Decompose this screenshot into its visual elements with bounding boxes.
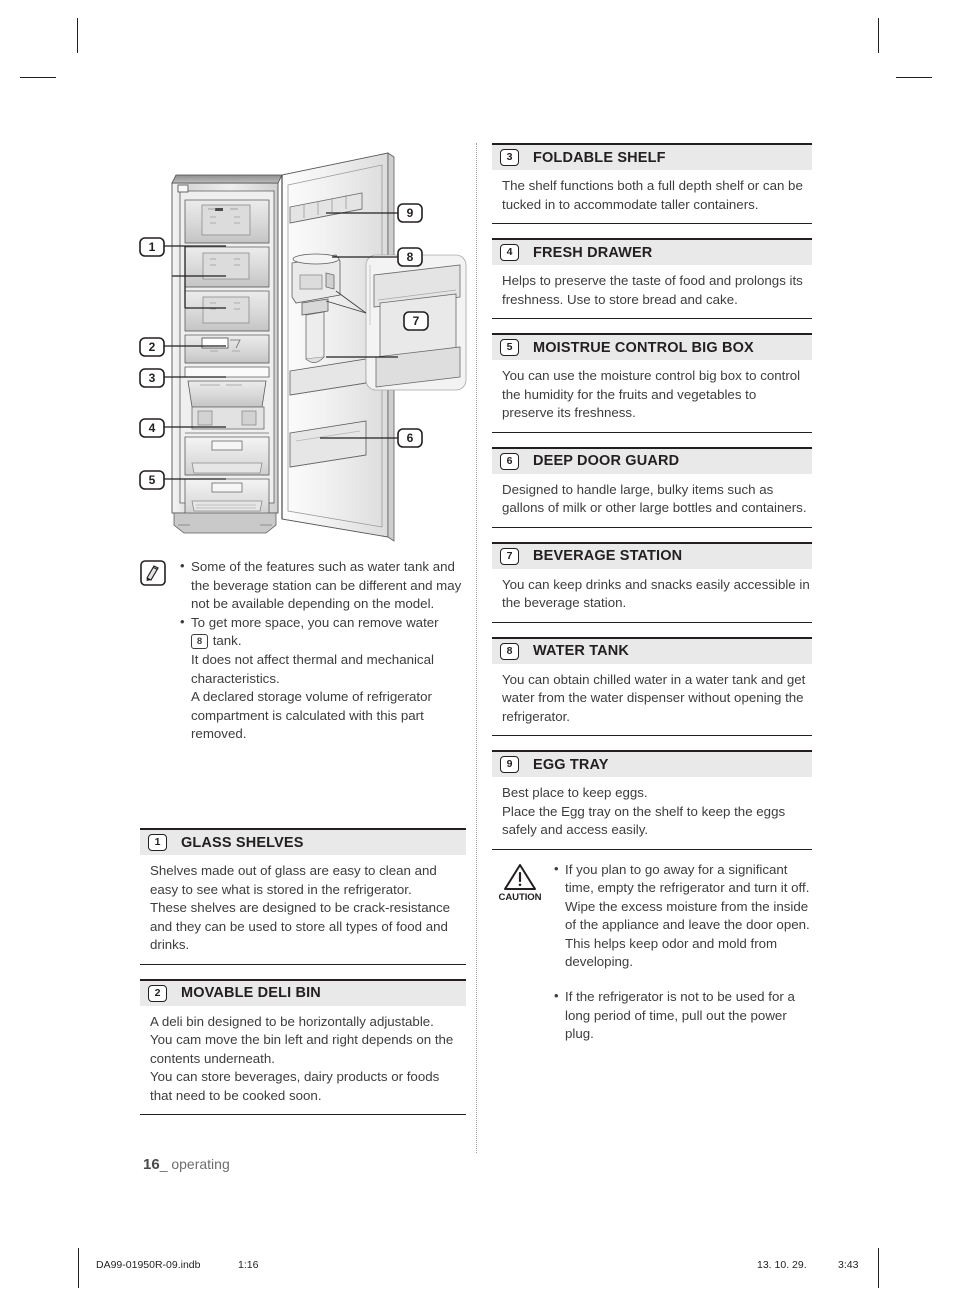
section-header-movable-deli-bin: 2 MOVABLE DELI BIN (140, 978, 466, 1006)
inline-callout-8: 8 (191, 634, 208, 650)
section-header-water-tank: 8 WATER TANK (492, 636, 812, 664)
print-footer-filename: DA99-01950R-09.indb (96, 1259, 201, 1271)
print-footer-time: 3:43 (838, 1259, 859, 1271)
section-title-3: FOLDABLE SHELF (533, 149, 666, 166)
print-footer-page-ref: 1:16 (238, 1259, 259, 1271)
print-footer-left-rule (78, 1248, 79, 1288)
caution-block: CAUTION If you plan to go away for a sig… (492, 850, 812, 1044)
crop-mark-top-left (77, 18, 78, 53)
crop-mark-top-right (878, 18, 879, 53)
section-body-8: You can obtain chilled water in a water … (492, 664, 812, 736)
section-body-6: Designed to handle large, bulky items su… (492, 474, 812, 528)
refrigerator-diagram: 1 2 3 4 5 9 8 7 6 (130, 145, 475, 550)
svg-text:1: 1 (149, 240, 156, 254)
note-pencil-icon (140, 560, 166, 586)
caution-item-1: If the refrigerator is not to be used fo… (554, 987, 812, 1044)
svg-text:8: 8 (407, 250, 414, 264)
note-item-1-suffix: tank. (209, 633, 242, 649)
note-list: Some of the features such as water tank … (180, 557, 470, 744)
section-header-foldable-shelf: 3 FOLDABLE SHELF (492, 143, 812, 170)
note-item-3: A declared storage volume of refrigerato… (191, 689, 432, 742)
section-title-7: BEVERAGE STATION (533, 548, 683, 564)
svg-text:4: 4 (149, 421, 156, 435)
section-title-2: MOVABLE DELI BIN (181, 985, 321, 1001)
note-item-1-text: To get more space, you can remove water (191, 614, 439, 630)
svg-text:7: 7 (413, 314, 420, 328)
section-body-3: The shelf functions both a full depth sh… (492, 170, 812, 224)
section-header-egg-tray: 9 EGG TRAY (492, 750, 812, 777)
note-item-2: It does not affect thermal and mechanica… (191, 651, 434, 686)
svg-text:9: 9 (407, 206, 414, 220)
caution-icon-group: CAUTION (492, 861, 548, 1044)
svg-text:6: 6 (407, 431, 414, 445)
note-item-1: To get more space, you can remove water … (180, 613, 470, 744)
svg-text:2: 2 (149, 340, 156, 354)
note-item-0: Some of the features such as water tank … (180, 557, 470, 614)
page-section-label: _ operating (159, 1156, 230, 1172)
note-block: Some of the features such as water tank … (140, 557, 470, 744)
column-divider (476, 143, 477, 1153)
svg-text:3: 3 (149, 371, 156, 385)
caution-list: If you plan to go away for a significant… (554, 860, 812, 1044)
section-body-4: Helps to preserve the taste of food and … (492, 265, 812, 319)
section-title-4: FRESH DRAWER (533, 244, 653, 261)
section-number-9: 9 (500, 756, 519, 773)
manual-page: 1 2 3 4 5 9 8 7 6 • Some of the features… (0, 0, 954, 1299)
section-body-1: Shelves made out of glass are easy to cl… (140, 855, 466, 965)
section-title-5: MOISTRUE CONTROL BIG BOX (533, 339, 754, 356)
print-footer-right-rule (878, 1248, 879, 1288)
section-title-8: WATER TANK (533, 643, 630, 659)
section-number-8: 8 (500, 642, 519, 660)
left-column: 1 GLASS SHELVES Shelves made out of glas… (140, 828, 466, 1115)
crop-mark-left-top (20, 77, 56, 78)
section-title-1: GLASS SHELVES (181, 834, 304, 851)
caution-item-0: If you plan to go away for a significant… (554, 860, 812, 973)
caution-label: CAUTION (498, 891, 542, 903)
section-body-2: A deli bin designed to be horizontally a… (140, 1006, 466, 1115)
section-body-5: You can use the moisture control big box… (492, 360, 812, 433)
section-title-9: EGG TRAY (533, 756, 609, 773)
section-header-glass-shelves: 1 GLASS SHELVES (140, 828, 466, 855)
page-footer: 16_ operating (143, 1156, 230, 1173)
svg-text:5: 5 (149, 473, 156, 487)
section-title-6: DEEP DOOR GUARD (533, 453, 680, 469)
section-body-9: Best place to keep eggs. Place the Egg t… (492, 777, 812, 850)
warning-triangle-icon (504, 863, 536, 890)
print-footer-date: 13. 10. 29. (757, 1259, 807, 1271)
section-number-1: 1 (148, 834, 167, 851)
right-column: 3 FOLDABLE SHELF The shelf functions bot… (492, 143, 812, 1044)
section-header-moisture-control-big-box: 5 MOISTRUE CONTROL BIG BOX (492, 333, 812, 360)
section-number-4: 4 (500, 244, 519, 261)
crop-mark-right-top (896, 77, 932, 78)
section-number-5: 5 (500, 339, 519, 356)
section-number-3: 3 (500, 149, 519, 166)
page-number: 16 (143, 1156, 160, 1173)
section-number-2: 2 (148, 984, 167, 1002)
section-body-7: You can keep drinks and snacks easily ac… (492, 569, 812, 623)
section-header-beverage-station: 7 BEVERAGE STATION (492, 541, 812, 569)
section-number-7: 7 (500, 547, 519, 565)
section-header-fresh-drawer: 4 FRESH DRAWER (492, 238, 812, 265)
section-number-6: 6 (500, 452, 519, 470)
section-header-deep-door-guard: 6 DEEP DOOR GUARD (492, 446, 812, 474)
